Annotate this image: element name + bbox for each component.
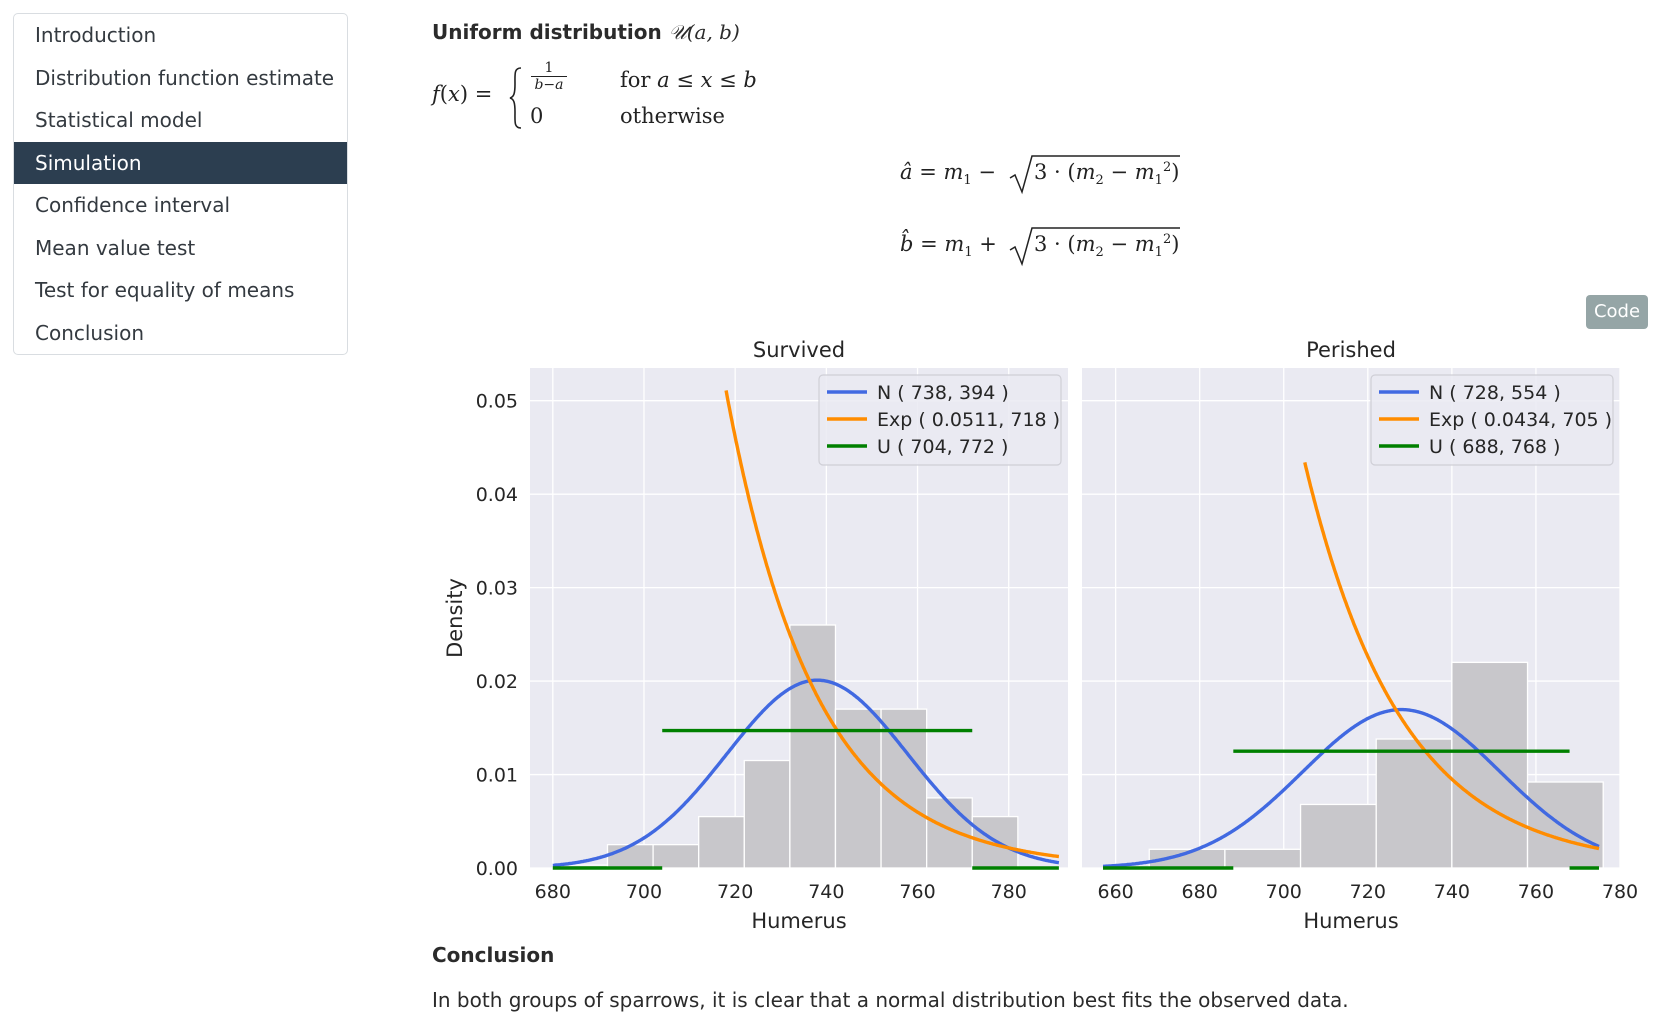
x-tick-label: 780 xyxy=(1602,881,1638,903)
histogram-bar xyxy=(1148,848,1226,869)
sidebar-item-simulation[interactable]: Simulation xyxy=(14,141,347,184)
x-tick-label: 700 xyxy=(1266,881,1302,903)
sidebar-item-introduction[interactable]: Introduction xyxy=(14,14,347,57)
sidebar-item-statistical-model[interactable]: Statistical model xyxy=(14,99,347,142)
x-tick-label: 780 xyxy=(991,881,1027,903)
histogram-bar xyxy=(880,708,928,869)
histogram-bar xyxy=(971,815,1019,869)
legend-entry: N ( 738, 394 ) xyxy=(877,382,1009,404)
pdf-case2-condition: otherwise xyxy=(620,104,725,128)
x-tick-label: 720 xyxy=(1350,881,1386,903)
x-tick-label: 700 xyxy=(626,881,662,903)
legend-box xyxy=(818,374,1062,466)
section-heading: Uniform distribution 𝒰(a, b) xyxy=(432,20,740,44)
legend-entry: N ( 728, 554 ) xyxy=(1429,382,1561,404)
plot-background xyxy=(1082,368,1620,868)
sidebar-nav: Introduction Distribution function estim… xyxy=(13,13,348,355)
x-tick-label: 720 xyxy=(717,881,753,903)
histogram-bar xyxy=(652,843,700,869)
y-tick-label: 0.01 xyxy=(476,765,518,787)
x-axis-label: Humerus xyxy=(1303,909,1398,933)
pdf-lhs: f(x) = xyxy=(432,82,493,106)
histogram-bar xyxy=(698,815,745,869)
y-axis-label: Density xyxy=(443,578,467,658)
pdf-case2-value: 0 xyxy=(530,104,544,128)
x-axis-label: Humerus xyxy=(751,909,846,933)
pdf-brace-icon xyxy=(509,67,522,129)
histogram-bar xyxy=(789,624,837,869)
chart-perished: 660 680 700 720 740 760 780 Perished Humerus N ( … xyxy=(1082,338,1638,933)
histogram-bar xyxy=(606,843,654,869)
legend-entry: Exp ( 0.0511, 718 ) xyxy=(877,409,1060,431)
histogram-bar xyxy=(1451,661,1529,869)
chart-legend: N ( 738, 394 ) Exp ( 0.0511, 718 ) U ( 704… xyxy=(818,374,1062,466)
histogram-bar xyxy=(1224,848,1302,869)
series-exp-line xyxy=(1303,462,1600,851)
series-normal-line xyxy=(1103,707,1600,868)
x-tick-label: 680 xyxy=(1182,881,1218,903)
sidebar-item-conclusion[interactable]: Conclusion xyxy=(14,312,347,355)
conclusion-heading: Conclusion xyxy=(432,943,555,967)
y-tick-label: 0.05 xyxy=(476,391,518,413)
legend-entry: U ( 704, 772 ) xyxy=(877,436,1008,458)
pdf-case1-condition: for a ≤ x ≤ b xyxy=(620,68,757,92)
x-tick-label: 740 xyxy=(1434,881,1470,903)
histogram-bar xyxy=(1375,738,1453,869)
y-tick-label: 0.04 xyxy=(476,484,518,506)
section-heading-math: 𝒰(a, b) xyxy=(668,20,740,44)
sidebar-item-confidence-interval[interactable]: Confidence interval xyxy=(14,184,347,227)
plot-background xyxy=(530,368,1068,868)
series-normal-line xyxy=(552,678,1060,868)
histogram-bar xyxy=(743,759,791,869)
x-tick-label: 740 xyxy=(808,881,844,903)
chart-survived: 680 700 720 740 760 780 0.00 0.01 0.02 0.03 0.04 0.… xyxy=(443,338,1068,933)
legend-entry: Exp ( 0.0434, 705 ) xyxy=(1429,409,1612,431)
y-tick-label: 0.03 xyxy=(476,578,518,600)
x-tick-label: 680 xyxy=(535,881,571,903)
conclusion-text: In both groups of sparrows, it is clear … xyxy=(432,988,1349,1012)
section-heading-text: Uniform distribution xyxy=(432,20,662,44)
chart-title: Survived xyxy=(753,338,845,362)
histogram-bar xyxy=(1299,803,1377,869)
sidebar-item-mean-value-test[interactable]: Mean value test xyxy=(14,227,347,270)
histogram-bar xyxy=(926,797,973,869)
y-tick-label: 0.02 xyxy=(476,671,518,693)
code-toggle-button[interactable]: Code xyxy=(1586,295,1648,329)
pdf-fraction: 1 b−a xyxy=(531,60,567,93)
x-tick-label: 660 xyxy=(1097,881,1133,903)
chart-title: Perished xyxy=(1306,338,1396,362)
legend-box xyxy=(1370,374,1614,466)
x-tick-label: 760 xyxy=(1518,881,1554,903)
histogram-bar xyxy=(834,708,882,869)
legend-entry: U ( 688, 768 ) xyxy=(1429,436,1560,458)
sidebar-item-test-equality-of-means[interactable]: Test for equality of means xyxy=(14,269,347,312)
histogram-bar xyxy=(561,864,609,869)
series-exp-line xyxy=(724,390,1060,859)
sidebar-item-distribution-function-estimate[interactable]: Distribution function estimate xyxy=(14,57,347,100)
x-tick-label: 760 xyxy=(899,881,935,903)
chart-legend: N ( 728, 554 ) Exp ( 0.0434, 705 ) U ( 688… xyxy=(1370,374,1614,466)
histogram-bar xyxy=(1526,781,1604,869)
y-tick-label: 0.00 xyxy=(476,858,518,880)
